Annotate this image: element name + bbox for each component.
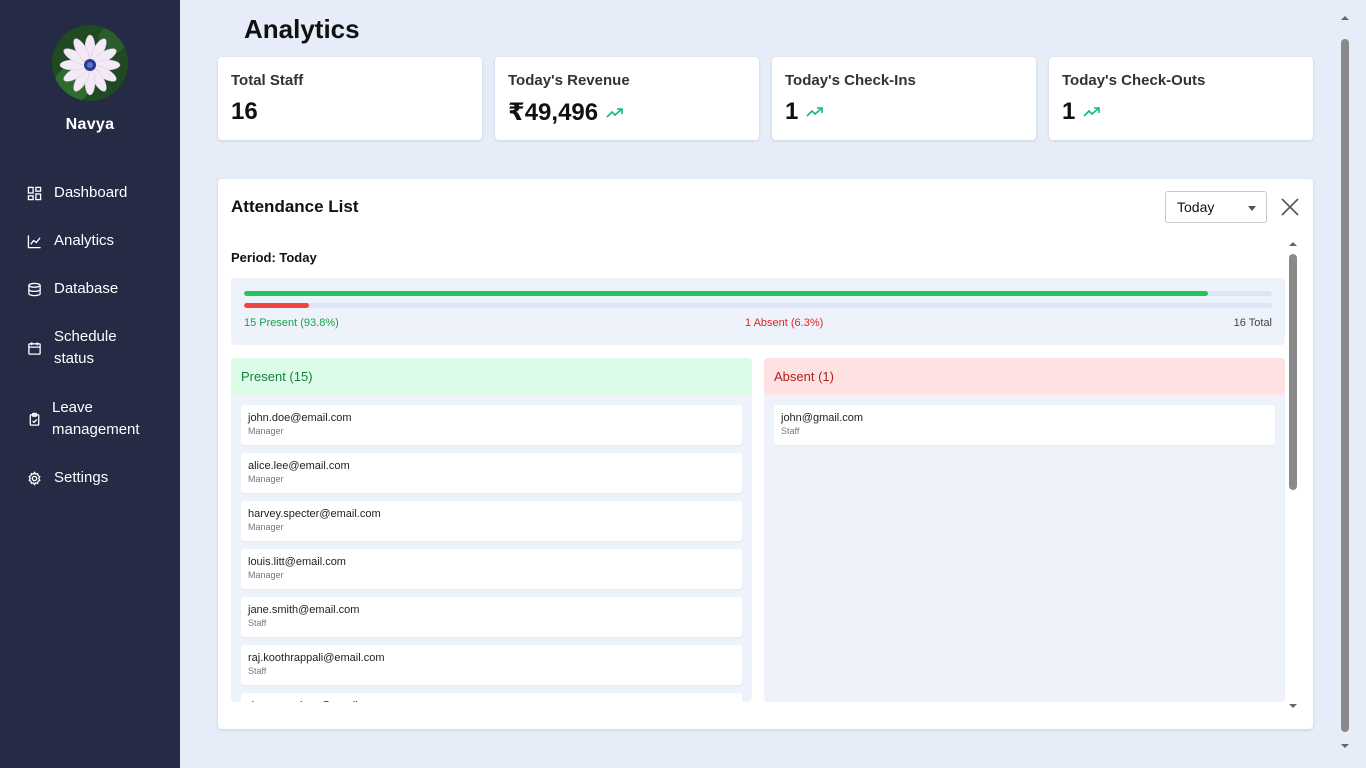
absent-summary: 1 Absent (6.3%) (745, 317, 824, 329)
close-button[interactable] (1279, 196, 1301, 218)
person-email: louis.litt@email.com (248, 556, 346, 568)
person-email: jane.smith@email.com (248, 604, 360, 616)
absent-list: john@gmail.com Staff (764, 395, 1285, 445)
absent-bar-track (244, 303, 1272, 308)
line-chart-icon (26, 233, 42, 249)
close-icon (1281, 198, 1299, 216)
period-select[interactable]: Today (1165, 191, 1267, 223)
stat-value-wrap: 16 (231, 98, 258, 126)
person-role: Staff (781, 426, 800, 436)
nav-dashboard[interactable]: Dashboard (26, 182, 127, 204)
nav-analytics-label: Analytics (54, 232, 115, 249)
dashboard-grid-icon (26, 185, 42, 201)
stat-value: 1 (785, 98, 799, 125)
attendance-summary: 15 Present (93.8%) 1 Absent (6.3%) 16 To… (231, 278, 1285, 345)
present-header: Present (15) (231, 358, 752, 395)
person-role: Staff (248, 618, 267, 628)
stat-card-check-ins: Today's Check-Ins 1 (772, 57, 1036, 140)
stat-value-wrap: ₹49,496 (508, 98, 624, 127)
trending-up-icon (606, 107, 624, 119)
page-scrollbar[interactable] (1339, 12, 1351, 756)
person-email: john.doe@email.com (248, 412, 352, 424)
stat-label: Today's Revenue (508, 72, 630, 89)
present-bar-fill (244, 291, 1209, 296)
stat-value-wrap: 1 (1062, 98, 1101, 126)
page-title: Analytics (244, 14, 360, 44)
stat-card-revenue: Today's Revenue ₹49,496 (495, 57, 759, 140)
panel-title: Attendance List (231, 197, 359, 216)
nav-leave-management[interactable]: Leave management (26, 397, 166, 441)
person-role: Manager (248, 426, 284, 436)
person-email: raj.koothrappali@email.com (248, 652, 385, 664)
stat-label: Today's Check-Outs (1062, 72, 1206, 89)
stat-label: Today's Check-Ins (785, 72, 916, 89)
caret-down-icon (1248, 206, 1256, 211)
panel-scrollbar[interactable] (1288, 239, 1298, 714)
nav-analytics[interactable]: Analytics (26, 230, 114, 252)
absent-column: Absent (1) john@gmail.com Staff (764, 358, 1285, 702)
nav-schedule-status[interactable]: Schedule status (26, 326, 156, 370)
person-role: Manager (248, 474, 284, 484)
stat-value: 16 (231, 98, 258, 125)
nav-database-label: Database (54, 280, 119, 297)
present-column: Present (15) john.doe@email.com Manager al… (231, 358, 752, 702)
user-name: Navya (65, 116, 115, 133)
page-scroll-up-icon[interactable] (1341, 16, 1349, 20)
list-item[interactable]: jane.smith@email.com Staff (241, 597, 742, 637)
absent-header: Absent (1) (764, 358, 1285, 395)
list-item[interactable]: louis.litt@email.com Manager (241, 549, 742, 589)
present-list: john.doe@email.com Manager alice.lee@email… (231, 395, 752, 702)
flower-photo-icon (52, 25, 128, 101)
stat-value-wrap: 1 (785, 98, 824, 126)
nav-schedule-status-label: Schedule status (54, 328, 117, 367)
scroll-down-arrow-icon[interactable] (1289, 704, 1297, 708)
attendance-panel: Attendance List Today Period: Today 15 P… (218, 179, 1313, 729)
sidebar: Navya Dashboard Analytics Database Sched… (0, 0, 180, 768)
database-icon (26, 281, 42, 297)
avatar[interactable] (52, 25, 128, 101)
present-bar-track (244, 291, 1272, 296)
list-item[interactable]: raj.koothrappali@email.com Staff (241, 645, 742, 685)
nav-dashboard-label: Dashboard (54, 184, 128, 201)
person-role: Staff (248, 666, 267, 676)
person-role: Manager (248, 570, 284, 580)
nav-settings-label: Settings (54, 469, 109, 486)
scroll-up-arrow-icon[interactable] (1289, 242, 1297, 246)
person-email: harvey.specter@email.com (248, 508, 381, 520)
list-item[interactable]: john@gmail.com Staff (774, 405, 1275, 445)
nav-settings[interactable]: Settings (26, 467, 108, 489)
nav-database[interactable]: Database (26, 278, 118, 300)
period-select-value: Today (1177, 199, 1215, 215)
stat-label: Total Staff (231, 72, 304, 89)
nav-leave-management-label: Leave management (52, 399, 140, 438)
list-item[interactable]: alice.lee@email.com Manager (241, 453, 742, 493)
gear-icon (26, 470, 42, 486)
stat-card-check-outs: Today's Check-Outs 1 (1049, 57, 1313, 140)
calendar-icon (26, 340, 42, 356)
stat-value: ₹49,496 (508, 99, 599, 126)
stat-card-total-staff: Total Staff 16 (218, 57, 482, 140)
present-summary: 15 Present (93.8%) (244, 317, 339, 329)
clipboard-icon (26, 411, 42, 427)
page-scroll-down-icon[interactable] (1341, 744, 1349, 748)
absent-bar-fill (244, 303, 309, 308)
person-email: alice.lee@email.com (248, 460, 350, 472)
list-item[interactable]: john.doe@email.com Manager (241, 405, 742, 445)
person-role: Manager (248, 522, 284, 532)
trending-up-icon (1083, 106, 1101, 118)
list-item[interactable]: harvey.specter@email.com Manager (241, 501, 742, 541)
page-scroll-thumb[interactable] (1341, 39, 1349, 732)
person-email: donna.paulsen@email.com (248, 700, 735, 702)
period-text: Period: Today (231, 250, 317, 265)
trending-up-icon (806, 106, 824, 118)
scroll-thumb[interactable] (1289, 254, 1297, 490)
total-summary: 16 Total (1233, 317, 1272, 329)
stat-value: 1 (1062, 98, 1076, 125)
list-item[interactable]: donna.paulsen@email.com (241, 693, 742, 702)
person-email: john@gmail.com (781, 412, 864, 424)
